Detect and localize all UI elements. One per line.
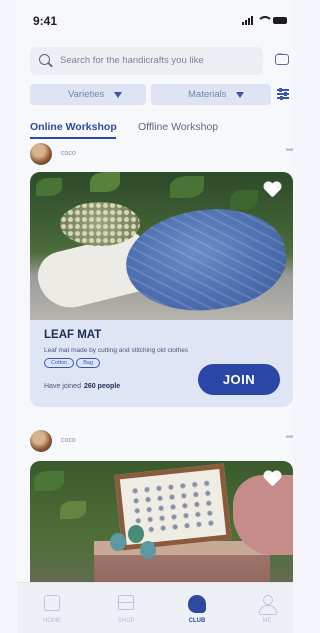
more-icon[interactable]: ••• [285, 432, 293, 443]
shirt-icon [44, 595, 60, 611]
chevron-down-icon [114, 92, 122, 98]
joined-count: 260 people [83, 383, 121, 390]
status-bar: 9:41 [17, 0, 293, 42]
shop-icon [117, 595, 134, 610]
nav-club-label: CLUB [188, 618, 206, 624]
filter-materials-label: Materials [188, 89, 227, 100]
author-name: coco [61, 437, 76, 444]
bottom-nav: HOME SHOP CLUB ME [17, 582, 293, 633]
join-button[interactable]: JOIN [198, 364, 280, 395]
author-name: coco [61, 150, 76, 157]
nav-home[interactable]: HOME [22, 583, 82, 633]
search-bar[interactable]: Search for the handicrafts you like [30, 47, 263, 75]
tag-bag[interactable]: Bag [76, 358, 101, 368]
filter-varieties[interactable]: Varieties [30, 84, 146, 105]
search-icon [39, 54, 50, 65]
message-icon[interactable] [275, 49, 289, 65]
card-info: LEAF MAT Leaf mat made by cutting and st… [30, 320, 293, 407]
more-icon[interactable]: ••• [285, 145, 293, 156]
nav-me-label: ME [262, 618, 272, 624]
nav-home-label: HOME [43, 618, 61, 624]
joined-label: Have joined [44, 383, 81, 390]
app-screen: 9:41 Search for the handicrafts you like… [17, 0, 293, 633]
tab-offline-workshop[interactable]: Offline Workshop [138, 121, 218, 133]
avatar[interactable] [30, 430, 52, 452]
tag-cotton[interactable]: Cotton [44, 358, 75, 368]
joined-count-text: Have joined 260 people [44, 383, 120, 390]
heart-icon[interactable] [263, 182, 281, 198]
hand-icon [188, 595, 206, 613]
post-author[interactable]: coco ••• [30, 430, 293, 454]
nav-shop-label: SHOP [117, 618, 135, 624]
tag-list: Cotton Bag [44, 358, 101, 368]
avatar[interactable] [30, 143, 52, 165]
heart-icon[interactable] [263, 471, 281, 487]
filter-sliders-icon[interactable] [277, 88, 289, 100]
nav-club[interactable]: CLUB [167, 583, 227, 633]
filter-materials[interactable]: Materials [151, 84, 271, 105]
nav-shop[interactable]: SHOP [96, 583, 156, 633]
wifi-icon [257, 16, 273, 25]
nav-me[interactable]: ME [237, 583, 293, 633]
battery-icon [273, 17, 287, 24]
tab-online-workshop[interactable]: Online Workshop [30, 121, 117, 139]
workshop-card[interactable]: LEAF MAT Leaf mat made by cutting and st… [30, 172, 293, 407]
leaf-mat-image [119, 199, 293, 320]
signal-icon [242, 16, 253, 25]
user-icon [259, 595, 277, 615]
status-icons [242, 16, 287, 25]
chevron-down-icon [236, 92, 244, 98]
card-title: LEAF MAT [44, 329, 102, 341]
post-author[interactable]: coco ••• [30, 143, 293, 167]
card-description: Leaf mat made by cutting and stitching o… [44, 347, 189, 354]
status-time: 9:41 [33, 14, 58, 28]
workshop-photo [30, 172, 293, 320]
filter-varieties-label: Varieties [68, 89, 105, 100]
search-placeholder: Search for the handicrafts you like [60, 55, 204, 66]
